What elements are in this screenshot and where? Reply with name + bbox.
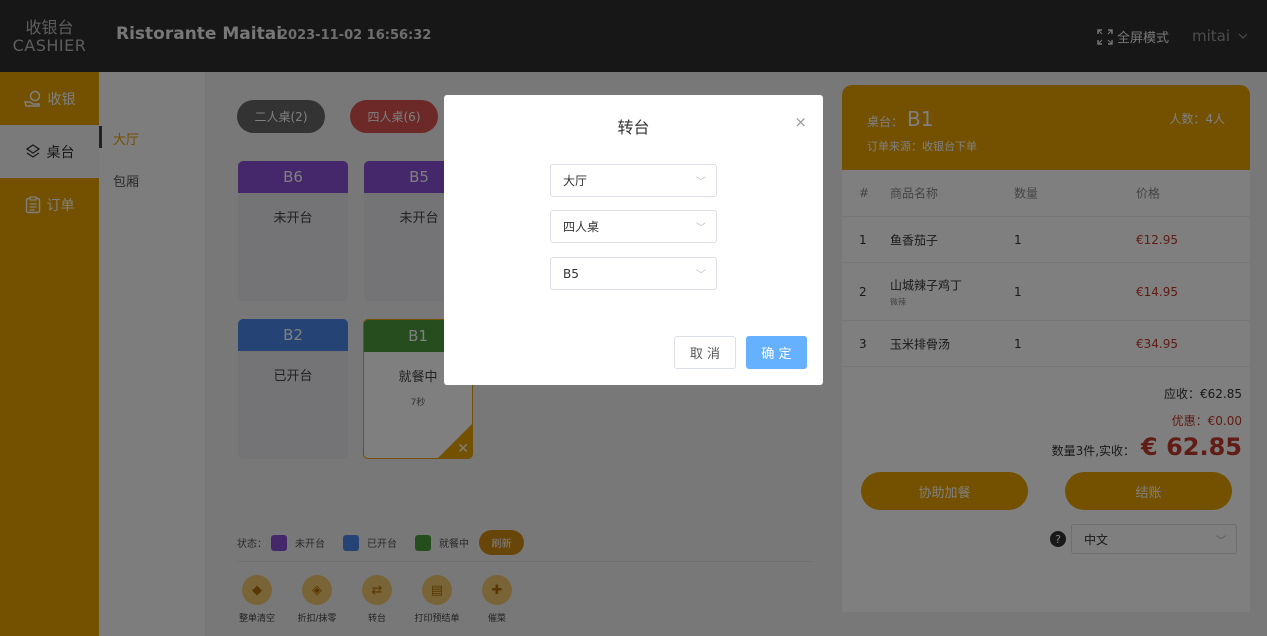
transfer-table-dialog: 转台 × 大厅 ﹀ 四人桌 ﹀ B5 ﹀ 取 消 确 定 [444,95,823,385]
close-icon[interactable]: × [794,113,807,131]
table-type-select[interactable]: 四人桌 ﹀ [550,210,717,243]
chevron-down-icon: ﹀ [696,223,706,234]
area-select-value: 大厅 [563,174,588,188]
chevron-down-icon: ﹀ [696,177,706,188]
target-table-select[interactable]: B5 ﹀ [550,257,717,290]
area-select[interactable]: 大厅 ﹀ [550,164,717,197]
table-type-select-value: 四人桌 [563,220,600,234]
confirm-button[interactable]: 确 定 [746,336,807,369]
cancel-button[interactable]: 取 消 [674,336,736,369]
target-table-select-value: B5 [563,266,579,281]
dialog-title: 转台 [617,118,650,137]
chevron-down-icon: ﹀ [696,270,706,281]
